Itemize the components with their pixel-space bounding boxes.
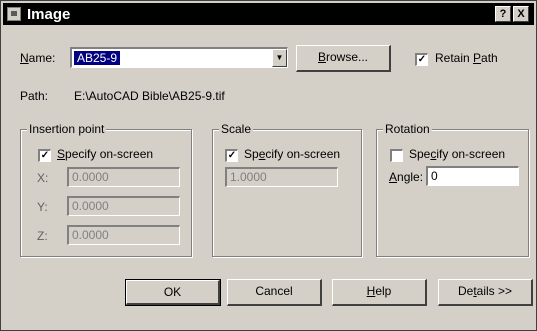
title-bar[interactable]: Image ? X: [3, 3, 534, 25]
retain-path-label: Retain Path: [435, 51, 498, 65]
scale-title: Scale: [219, 122, 254, 136]
scale-specify-label: Specify on-screen: [244, 147, 341, 161]
y-field[interactable]: 0.0000: [67, 196, 180, 216]
path-label: Path:: [20, 89, 49, 103]
window-title: Image: [27, 6, 71, 23]
insertion-specify-checkbox[interactable]: ✓: [38, 149, 51, 162]
rotation-specify-label: Specify on-screen: [409, 147, 506, 161]
close-icon[interactable]: X: [513, 6, 529, 22]
ok-button[interactable]: OK: [125, 279, 221, 306]
x-label: X:: [37, 171, 49, 185]
chevron-down-icon[interactable]: ▼: [272, 49, 287, 67]
image-dialog: Image ? X Name: AB25-9 ▼ Browse... ✓ Ret…: [0, 0, 537, 331]
angle-field[interactable]: 0: [426, 166, 519, 186]
x-field[interactable]: 0.0000: [67, 167, 180, 187]
z-label: Z:: [37, 229, 48, 243]
y-label: Y:: [37, 200, 48, 214]
help-title-button[interactable]: ?: [495, 6, 511, 22]
scale-specify-checkbox[interactable]: ✓: [225, 149, 238, 162]
retain-path-checkbox[interactable]: ✓: [415, 53, 428, 66]
name-value: AB25-9: [74, 51, 121, 65]
angle-label: Angle:: [389, 170, 424, 184]
browse-button[interactable]: Browse...: [296, 45, 391, 72]
image-app-icon: [7, 7, 21, 21]
scale-field[interactable]: 1.0000: [225, 167, 338, 187]
path-value: E:\AutoCAD Bible\AB25-9.tif: [74, 89, 225, 103]
z-field[interactable]: 0.0000: [67, 225, 180, 245]
details-button[interactable]: Details >>: [438, 279, 533, 306]
name-dropdown[interactable]: AB25-9 ▼: [70, 47, 288, 68]
cancel-button[interactable]: Cancel: [227, 279, 322, 306]
rotation-specify-checkbox[interactable]: [390, 149, 403, 162]
name-label: Name:: [20, 51, 56, 65]
help-button[interactable]: Help: [332, 279, 427, 306]
rotation-title: Rotation: [383, 122, 432, 136]
insertion-specify-label: Specify on-screen: [57, 147, 154, 161]
insertion-point-title: Insertion point: [27, 122, 107, 136]
